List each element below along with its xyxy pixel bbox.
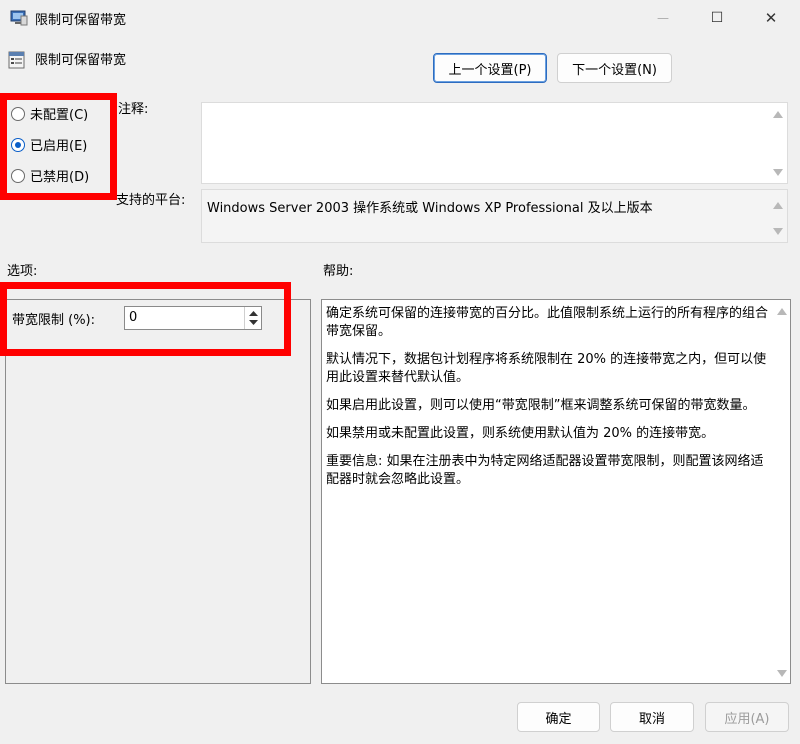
radio-not-configured[interactable]: 未配置(C) bbox=[11, 104, 88, 123]
bandwidth-limit-label: 带宽限制 (%): bbox=[12, 313, 96, 328]
options-label: 选项: bbox=[7, 264, 38, 279]
policy-name: 限制可保留带宽 bbox=[35, 53, 127, 68]
radio-not-configured-label: 未配置(C) bbox=[30, 108, 89, 123]
comment-label: 注释: bbox=[118, 102, 149, 117]
bandwidth-limit-value: 0 bbox=[129, 310, 138, 325]
ok-button[interactable]: 确定 bbox=[517, 702, 600, 732]
policy-icon bbox=[8, 50, 26, 70]
comment-value bbox=[202, 103, 787, 111]
scroll-down-icon[interactable] bbox=[777, 670, 787, 677]
bandwidth-limit-input[interactable]: 0 bbox=[124, 306, 262, 330]
maximize-icon: ☐ bbox=[710, 10, 724, 26]
apply-button[interactable]: 应用(A) bbox=[705, 702, 789, 732]
help-paragraph: 重要信息: 如果在注册表中为特定网络适配器设置带宽限制，则配置该网络适配器时就会… bbox=[326, 454, 764, 487]
platform-value: Windows Server 2003 操作系统或 Windows XP Pro… bbox=[207, 201, 653, 216]
help-paragraph: 确定系统可保留的连接带宽的百分比。此值限制系统上运行的所有程序的组合带宽保留。 bbox=[326, 306, 769, 339]
platform-label: 支持的平台: bbox=[116, 193, 186, 208]
comment-textbox[interactable] bbox=[201, 102, 788, 184]
comment-scrollbar[interactable] bbox=[769, 103, 787, 183]
radio-not-configured-indicator[interactable] bbox=[11, 106, 25, 121]
bandwidth-limit-stepper[interactable] bbox=[244, 307, 261, 329]
minimize-icon: — bbox=[657, 11, 669, 25]
radio-disabled-label: 已禁用(D) bbox=[30, 170, 90, 185]
close-icon: ✕ bbox=[764, 9, 778, 27]
help-pane: 确定系统可保留的连接带宽的百分比。此值限制系统上运行的所有程序的组合带宽保留。 … bbox=[321, 299, 791, 684]
app-icon bbox=[10, 10, 28, 26]
cancel-button[interactable]: 取消 bbox=[610, 702, 694, 732]
scroll-down-icon[interactable] bbox=[773, 169, 783, 176]
radio-enabled-indicator[interactable] bbox=[11, 137, 25, 152]
help-text: 确定系统可保留的连接带宽的百分比。此值限制系统上运行的所有程序的组合带宽保留。 … bbox=[322, 300, 790, 489]
prev-setting-button[interactable]: 上一个设置(P) bbox=[433, 53, 547, 83]
scroll-down-icon[interactable] bbox=[773, 228, 783, 235]
radio-disabled[interactable]: 已禁用(D) bbox=[11, 166, 89, 185]
next-setting-button[interactable]: 下一个设置(N) bbox=[557, 53, 672, 83]
help-paragraph: 如果禁用或未配置此设置，则系统使用默认值为 20% 的连接带宽。 bbox=[326, 426, 715, 441]
platform-scrollbar[interactable] bbox=[769, 190, 787, 242]
minimize-button[interactable]: — bbox=[640, 0, 686, 36]
help-paragraph: 默认情况下，数据包计划程序将系统限制在 20% 的连接带宽之内，但可以使用此设置… bbox=[326, 352, 767, 385]
radio-disabled-indicator[interactable] bbox=[11, 168, 25, 183]
window-title: 限制可保留带宽 bbox=[35, 13, 127, 28]
help-paragraph: 如果启用此设置，则可以使用“带宽限制”框来调整系统可保留的带宽数量。 bbox=[326, 398, 756, 413]
close-button[interactable]: ✕ bbox=[748, 0, 794, 36]
radio-enabled-label: 已启用(E) bbox=[30, 139, 88, 154]
options-pane bbox=[5, 299, 311, 684]
radio-enabled[interactable]: 已启用(E) bbox=[11, 135, 87, 154]
platform-textbox: Windows Server 2003 操作系统或 Windows XP Pro… bbox=[201, 189, 788, 243]
maximize-button[interactable]: ☐ bbox=[694, 0, 740, 36]
scroll-up-icon[interactable] bbox=[773, 111, 783, 118]
help-label: 帮助: bbox=[323, 264, 354, 279]
scroll-up-icon[interactable] bbox=[777, 308, 787, 315]
help-scrollbar[interactable] bbox=[774, 300, 790, 683]
scroll-up-icon[interactable] bbox=[773, 202, 783, 209]
